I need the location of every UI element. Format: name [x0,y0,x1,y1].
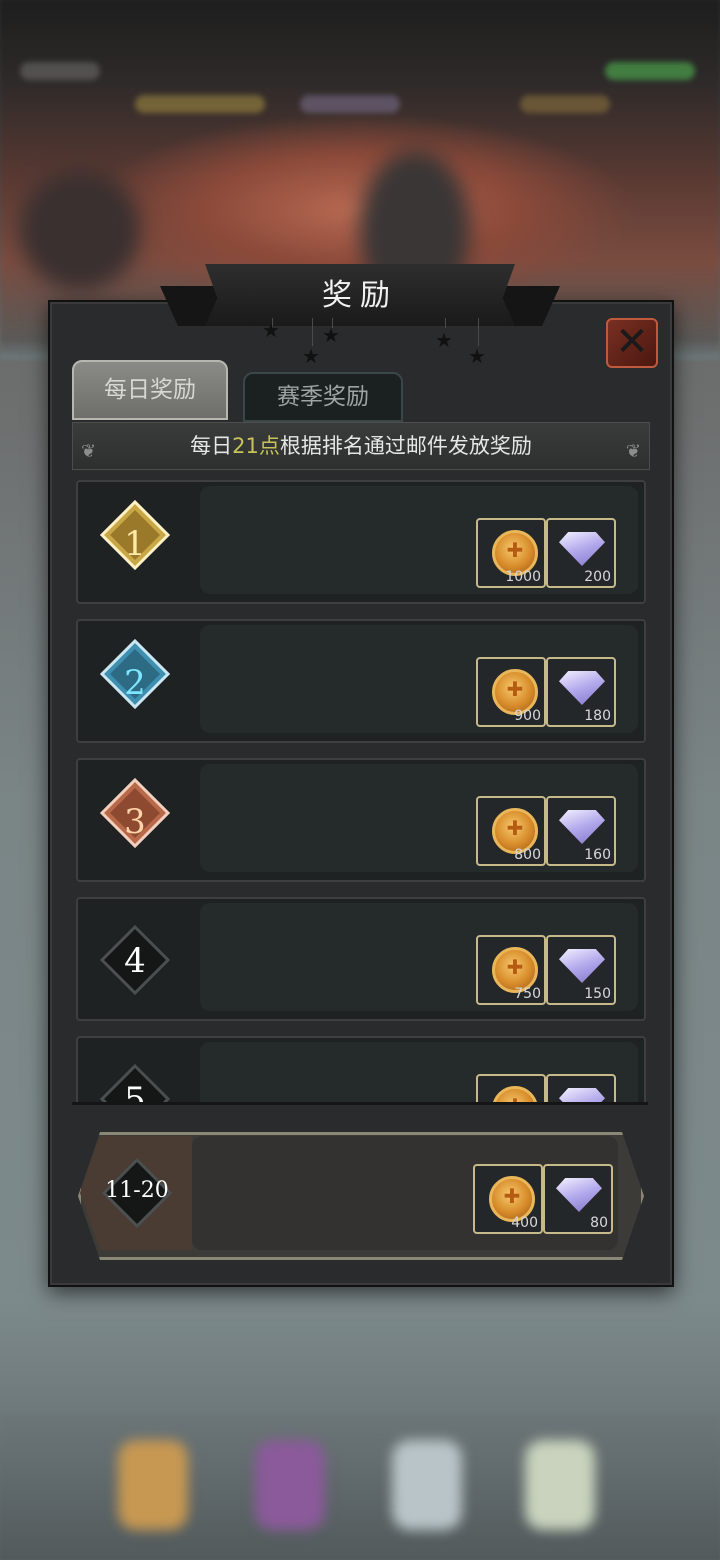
panel-title: 奖励 [322,278,398,313]
diamond-icon [559,949,605,983]
currency-bar [300,95,400,113]
diamond-amount: 150 [584,986,611,1002]
ornament-icon: ❦ [81,441,97,462]
rank-number: 5 [124,1080,146,1105]
reward-items-area: 800 160 [200,764,638,872]
diamond-reward[interactable] [546,1074,616,1102]
diamond-icon [559,532,605,566]
nav-icon[interactable] [255,1440,325,1530]
currency-bar [520,95,610,113]
coin-reward[interactable]: 750 [476,935,546,1005]
my-rank-range: 11-20 [105,1178,169,1203]
reward-items-area: 900 180 [200,625,638,733]
reward-row-rank-2: 2 900 180 [76,619,646,743]
coin-amount: 800 [514,847,541,863]
reward-row-rank-4: 4 750 150 [76,897,646,1021]
star-icon: ★ [468,344,486,368]
battery-indicator [605,62,695,80]
diamond-icon [559,671,605,705]
coin-reward[interactable]: 900 [476,657,546,727]
tab-season-rewards[interactable]: 赛季奖励 [243,372,403,422]
diamond-reward[interactable]: 180 [546,657,616,727]
reward-row-rank-3: 3 800 160 [76,758,646,882]
coin-amount: 1000 [505,569,541,585]
background-figure [20,170,140,290]
coin-reward[interactable]: 800 [476,796,546,866]
tab-daily-rewards[interactable]: 每日奖励 [72,360,228,420]
diamond-amount: 80 [590,1215,608,1231]
diamond-icon [559,1088,605,1102]
rank-number: 2 [124,663,146,703]
currency-bar [135,95,265,113]
status-bar [20,62,100,80]
rank-number: 3 [124,802,146,842]
rank-number: 4 [124,941,146,981]
decor-hanger [445,318,446,328]
coin-amount: 900 [514,708,541,724]
bottom-nav-bar [0,1415,720,1560]
diamond-icon [559,810,605,844]
coin-icon [492,1086,538,1102]
star-icon: ★ [262,318,280,342]
diamond-reward[interactable]: 160 [546,796,616,866]
close-button[interactable]: ✕ [606,318,658,368]
star-icon: ★ [322,323,340,347]
nav-icon[interactable] [392,1440,462,1530]
reward-row-rank-5: 5 [76,1036,646,1105]
coin-amount: 750 [514,986,541,1002]
reward-notice: ❦ 每日21点根据排名通过邮件发放奖励 ❦ [72,422,650,470]
nav-icon[interactable] [118,1440,188,1530]
decor-hanger [478,318,479,346]
diamond-reward[interactable]: 150 [546,935,616,1005]
reward-list[interactable]: 1 1000 200 2 900 180 [72,474,648,1105]
diamond-reward[interactable]: 80 [543,1164,613,1234]
notice-suffix: 根据排名通过邮件发放奖励 [279,434,532,458]
close-icon: ✕ [615,319,649,365]
diamond-icon [556,1178,602,1212]
diamond-reward[interactable]: 200 [546,518,616,588]
coin-reward[interactable]: 400 [473,1164,543,1234]
diamond-amount: 180 [584,708,611,724]
diamond-amount: 160 [584,847,611,863]
reward-row-rank-1: 1 1000 200 [76,480,646,604]
reward-items-area: 400 80 [192,1136,618,1250]
nav-icon[interactable] [525,1440,595,1530]
star-icon: ★ [435,328,453,352]
notice-time: 21点 [232,434,280,458]
notice-prefix: 每日 [190,434,233,458]
coin-amount: 400 [511,1215,538,1231]
reward-items-area [200,1042,638,1102]
rank-number: 1 [124,524,146,564]
reward-items-area: 1000 200 [200,486,638,594]
coin-reward[interactable] [476,1074,546,1102]
ornament-icon: ❦ [625,441,641,462]
coin-reward[interactable]: 1000 [476,518,546,588]
decor-hanger [312,318,313,346]
reward-items-area: 750 150 [200,903,638,1011]
diamond-amount: 200 [584,569,611,585]
star-icon: ★ [302,344,320,368]
